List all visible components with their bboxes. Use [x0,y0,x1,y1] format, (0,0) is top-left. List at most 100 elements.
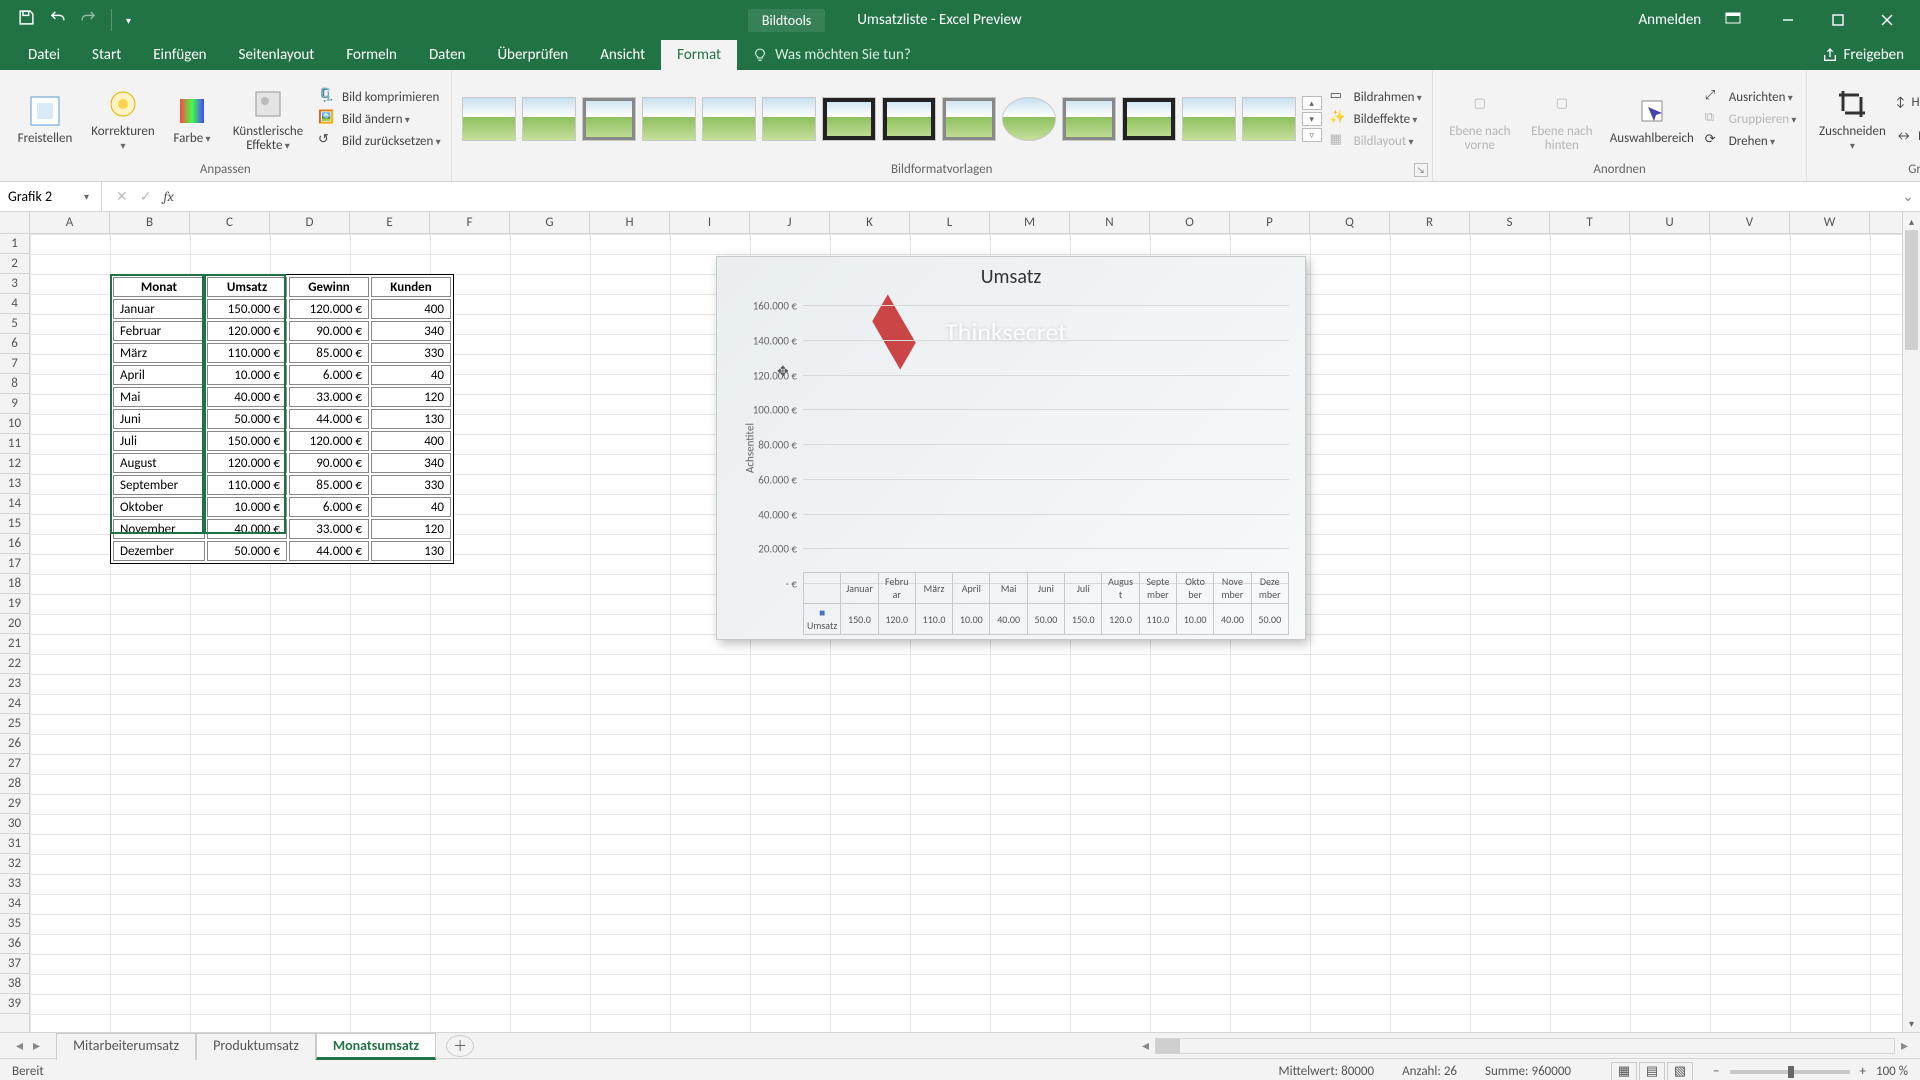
view-page-break-icon[interactable]: ▧ [1667,1062,1693,1080]
name-box-input[interactable] [8,188,78,205]
share-button[interactable]: Freigeben [1806,40,1920,70]
col-header-R[interactable]: R [1390,212,1470,233]
gallery-down-icon[interactable]: ▾ [1302,112,1322,126]
tab-einfügen[interactable]: Einfügen [137,40,222,70]
dialog-launcher-formatvorlagen[interactable]: ↘ [1414,163,1428,177]
col-header-N[interactable]: N [1070,212,1150,233]
col-header-G[interactable]: G [510,212,590,233]
tab-daten[interactable]: Daten [413,40,481,70]
col-header-U[interactable]: U [1630,212,1710,233]
row-header-10[interactable]: 10 [0,414,29,434]
bild-aendern-button[interactable]: 🖼️Bild ändern [318,110,441,128]
kunst-effekte-button[interactable]: Künstlerische Effekte [226,85,310,154]
row-header-21[interactable]: 21 [0,634,29,654]
table-row[interactable]: November40.000 €33.000 €120 [113,519,451,539]
save-icon[interactable] [18,9,35,31]
row-header-13[interactable]: 13 [0,474,29,494]
col-header-P[interactable]: P [1230,212,1310,233]
col-header-A[interactable]: A [30,212,110,233]
maximize-button[interactable] [1815,0,1861,40]
row-header-5[interactable]: 5 [0,314,29,334]
row-header-25[interactable]: 25 [0,714,29,734]
row-header-37[interactable]: 37 [0,954,29,974]
col-header-V[interactable]: V [1710,212,1790,233]
table-row[interactable]: März110.000 €85.000 €330 [113,343,451,363]
ausrichten-button[interactable]: ⤢Ausrichten [1705,88,1797,106]
col-header-L[interactable]: L [910,212,990,233]
hscroll-left-icon[interactable]: ◂ [1136,1037,1155,1054]
row-header-4[interactable]: 4 [0,294,29,314]
table-row[interactable]: Oktober10.000 €6.000 €40 [113,497,451,517]
undo-icon[interactable] [49,9,66,31]
farbe-button[interactable]: Farbe [166,92,218,146]
tab-überprüfen[interactable]: Überprüfen [481,40,584,70]
row-header-27[interactable]: 27 [0,754,29,774]
bildeffekte-button[interactable]: ✨Bildeffekte [1330,110,1422,128]
minimize-button[interactable] [1765,0,1811,40]
table-row[interactable]: April10.000 €6.000 €40 [113,365,451,385]
row-header-23[interactable]: 23 [0,674,29,694]
row-header-8[interactable]: 8 [0,374,29,394]
row-header-39[interactable]: 39 [0,994,29,1014]
scroll-down-icon[interactable]: ▾ [1903,1014,1920,1032]
table-row[interactable]: Januar150.000 €120.000 €400 [113,299,451,319]
data-table[interactable]: MonatUmsatzGewinnKunden Januar150.000 €1… [110,274,454,564]
chart-umsatz[interactable]: Umsatz Achsentitel Thinksecret ✥ 160.000… [716,256,1306,640]
row-header-7[interactable]: 7 [0,354,29,374]
vertical-scrollbar[interactable]: ▴ ▾ [1902,212,1920,1032]
col-header-J[interactable]: J [750,212,830,233]
tab-seitenlayout[interactable]: Seitenlayout [223,40,331,70]
close-button[interactable] [1864,0,1910,40]
table-row[interactable]: Dezember50.000 €44.000 €130 [113,541,451,561]
row-header-20[interactable]: 20 [0,614,29,634]
col-header-W[interactable]: W [1790,212,1870,233]
col-header-C[interactable]: C [190,212,270,233]
col-header-T[interactable]: T [1550,212,1630,233]
row-header-9[interactable]: 9 [0,394,29,414]
col-header-B[interactable]: B [110,212,190,233]
row-header-32[interactable]: 32 [0,854,29,874]
row-header-11[interactable]: 11 [0,434,29,454]
row-header-31[interactable]: 31 [0,834,29,854]
table-header[interactable]: Umsatz [207,277,287,297]
row-header-24[interactable]: 24 [0,694,29,714]
table-row[interactable]: August120.000 €90.000 €340 [113,453,451,473]
horizontal-scrollbar[interactable] [1155,1038,1895,1054]
col-header-H[interactable]: H [590,212,670,233]
redo-icon[interactable] [80,9,97,31]
tab-datei[interactable]: Datei [12,40,76,70]
ribbon-display-icon[interactable] [1725,10,1741,31]
col-header-D[interactable]: D [270,212,350,233]
row-header-38[interactable]: 38 [0,974,29,994]
tab-start[interactable]: Start [76,40,137,70]
row-header-36[interactable]: 36 [0,934,29,954]
gallery-up-icon[interactable]: ▴ [1302,96,1322,110]
new-sheet-button[interactable]: ＋ [446,1035,474,1057]
table-header[interactable]: Kunden [371,277,451,297]
row-header-17[interactable]: 17 [0,554,29,574]
row-header-12[interactable]: 12 [0,454,29,474]
col-header-I[interactable]: I [670,212,750,233]
row-header-18[interactable]: 18 [0,574,29,594]
hscroll-right-icon[interactable]: ▸ [1895,1037,1914,1054]
table-header[interactable]: Monat [113,277,205,297]
tab-format[interactable]: Format [661,40,737,70]
tab-formeln[interactable]: Formeln [330,40,413,70]
zoom-in-icon[interactable]: + [1860,1064,1866,1079]
tab-ansicht[interactable]: Ansicht [584,40,661,70]
bildrahmen-button[interactable]: ▭Bildrahmen [1330,88,1422,106]
worksheet-grid[interactable]: ABCDEFGHIJKLMNOPQRSTUVW 1234567891011121… [0,212,1920,1032]
col-header-Q[interactable]: Q [1310,212,1390,233]
drehen-button[interactable]: ⟳Drehen [1705,132,1797,150]
tell-me[interactable]: Was möchten Sie tun? [737,40,927,70]
sheet-tab-monatsumsatz[interactable]: Monatsumsatz [316,1033,436,1060]
row-header-16[interactable]: 16 [0,534,29,554]
row-header-6[interactable]: 6 [0,334,29,354]
hoehe-field[interactable]: ↕Höhe:▴▾ [1895,90,1920,114]
sheet-nav-last-icon[interactable]: ▸ [33,1037,40,1054]
sheet-tab-produktumsatz[interactable]: Produktumsatz [196,1033,316,1060]
col-header-O[interactable]: O [1150,212,1230,233]
table-row[interactable]: September110.000 €85.000 €330 [113,475,451,495]
korrekturen-button[interactable]: Korrekturen [88,85,158,154]
name-box[interactable]: ▾ [0,182,102,211]
